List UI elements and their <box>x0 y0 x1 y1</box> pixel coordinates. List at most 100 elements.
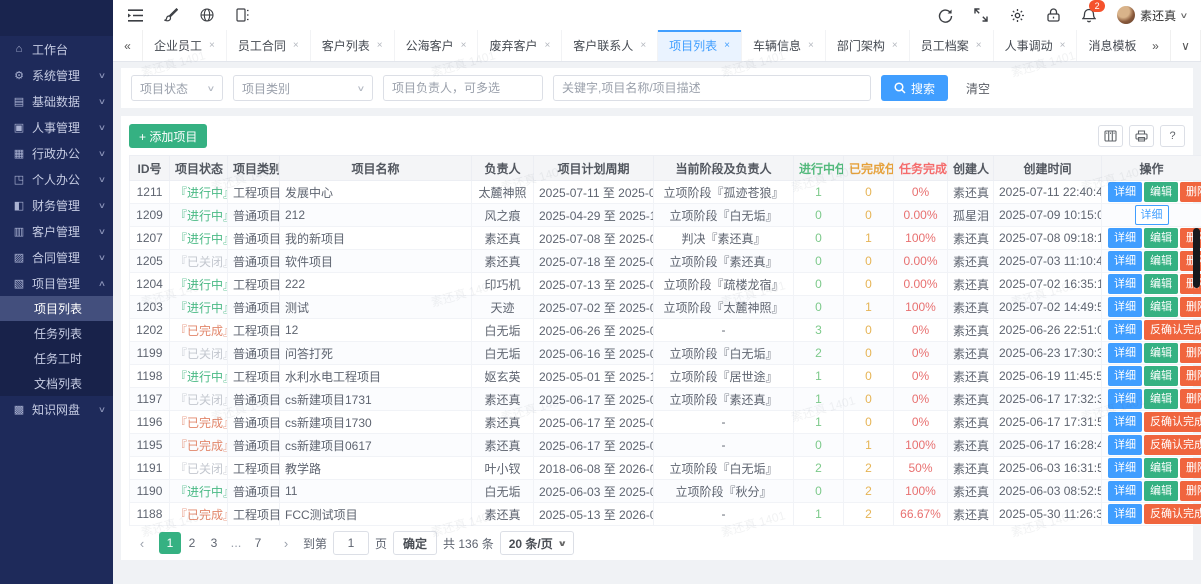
layout-icon[interactable] <box>235 7 251 23</box>
sidebar-item-knowledge-disk[interactable]: ▩知识网盘∨ <box>0 396 113 422</box>
edit-button[interactable]: 编辑 <box>1144 366 1178 386</box>
edit-button[interactable]: 编辑 <box>1144 228 1178 248</box>
unconfirm-button[interactable]: 反确认完成 <box>1144 412 1201 432</box>
jump-page-input[interactable] <box>333 531 369 555</box>
sidebar-item-contract-mgmt[interactable]: ▨合同管理∨ <box>0 244 113 270</box>
help-icon[interactable]: ? <box>1160 125 1185 147</box>
tab-员工档案[interactable]: 员工档案× <box>910 30 994 61</box>
tab-close-icon[interactable]: × <box>640 40 646 51</box>
globe-icon[interactable] <box>199 7 215 23</box>
sidebar-item-admin-office[interactable]: ▦行政办公∨ <box>0 140 113 166</box>
tab-close-icon[interactable]: × <box>808 40 814 51</box>
gear-icon[interactable] <box>1009 7 1025 23</box>
detail-button[interactable]: 详细 <box>1108 481 1142 501</box>
tabs-dropdown[interactable]: ∨ <box>1171 30 1201 61</box>
detail-button[interactable]: 详细 <box>1108 504 1142 524</box>
user-menu[interactable]: 素还真 ∨ <box>1117 6 1187 24</box>
lock-icon[interactable] <box>1045 7 1061 23</box>
sidebar-item-personal-office[interactable]: ◳个人办公∨ <box>0 166 113 192</box>
confirm-page-button[interactable]: 确定 <box>393 531 437 555</box>
detail-button[interactable]: 详细 <box>1108 251 1142 271</box>
delete-button[interactable]: 删除 <box>1180 343 1201 363</box>
page-number-2[interactable]: 2 <box>181 532 203 554</box>
sidebar-item-base-data[interactable]: ▤基础数据∨ <box>0 88 113 114</box>
delete-button[interactable]: 删除 <box>1180 481 1201 501</box>
tab-员工合同[interactable]: 员工合同× <box>227 30 311 61</box>
project-category-select[interactable]: 项目类别∨ <box>233 75 373 101</box>
brush-icon[interactable] <box>163 7 179 23</box>
delete-button[interactable]: 删除 <box>1180 182 1201 202</box>
tab-close-icon[interactable]: × <box>976 40 982 51</box>
tab-close-icon[interactable]: × <box>892 40 898 51</box>
detail-button[interactable]: 详细 <box>1108 412 1142 432</box>
page-size-select[interactable]: 20 条/页 ∨ <box>500 531 575 555</box>
tab-close-icon[interactable]: × <box>1060 40 1066 51</box>
tab-close-icon[interactable]: × <box>544 40 550 51</box>
edit-button[interactable]: 编辑 <box>1144 251 1178 271</box>
delete-button[interactable]: 删除 <box>1180 389 1201 409</box>
tab-企业员工[interactable]: 企业员工× <box>143 30 227 61</box>
unconfirm-button[interactable]: 反确认完成 <box>1144 435 1201 455</box>
sidebar-item-task-list[interactable]: 任务列表 <box>0 321 113 346</box>
delete-button[interactable]: 删除 <box>1180 297 1201 317</box>
sidebar-item-project-mgmt[interactable]: ▧项目管理∧ <box>0 270 113 296</box>
detail-button[interactable]: 详细 <box>1108 458 1142 478</box>
tab-客户列表[interactable]: 客户列表× <box>311 30 395 61</box>
prev-page-button[interactable]: ‹ <box>131 532 153 554</box>
unconfirm-button[interactable]: 反确认完成 <box>1144 320 1201 340</box>
print-icon[interactable] <box>1129 125 1154 147</box>
detail-button[interactable]: 详细 <box>1108 343 1142 363</box>
detail-button[interactable]: 详细 <box>1108 274 1142 294</box>
sidebar-item-task-hours[interactable]: 任务工时 <box>0 346 113 371</box>
detail-button[interactable]: 详细 <box>1108 320 1142 340</box>
sidebar-item-doc-list[interactable]: 文档列表 <box>0 371 113 396</box>
tab-部门架构[interactable]: 部门架构× <box>826 30 910 61</box>
detail-button[interactable]: 详细 <box>1108 228 1142 248</box>
detail-button[interactable]: 详细 <box>1108 182 1142 202</box>
tab-close-icon[interactable]: × <box>293 40 299 51</box>
fullscreen-icon[interactable] <box>973 7 989 23</box>
detail-button[interactable]: 详细 <box>1108 389 1142 409</box>
edit-button[interactable]: 编辑 <box>1144 458 1178 478</box>
edit-button[interactable]: 编辑 <box>1144 182 1178 202</box>
detail-button[interactable]: 详细 <box>1108 297 1142 317</box>
page-number-3[interactable]: 3 <box>203 532 225 554</box>
delete-button[interactable]: 删除 <box>1180 366 1201 386</box>
page-number-7[interactable]: 7 <box>247 532 269 554</box>
tab-客户联系人[interactable]: 客户联系人× <box>562 30 658 61</box>
tab-公海客户[interactable]: 公海客户× <box>395 30 479 61</box>
collapse-menu-icon[interactable] <box>127 7 143 23</box>
tabs-scroll-right[interactable]: » <box>1141 30 1171 61</box>
project-leader-input[interactable] <box>392 81 534 95</box>
scrollbar-thumb[interactable] <box>1193 228 1200 288</box>
tab-close-icon[interactable]: × <box>209 40 215 51</box>
edit-button[interactable]: 编辑 <box>1144 481 1178 501</box>
page-number-1[interactable]: 1 <box>159 532 181 554</box>
add-project-button[interactable]: + 添加项目 <box>129 124 207 148</box>
edit-button[interactable]: 编辑 <box>1144 343 1178 363</box>
delete-button[interactable]: 删除 <box>1180 458 1201 478</box>
detail-button[interactable]: 详细 <box>1108 435 1142 455</box>
tab-废弃客户[interactable]: 废弃客户× <box>478 30 562 61</box>
sidebar-item-hr-mgmt[interactable]: ▣人事管理∨ <box>0 114 113 140</box>
detail-button[interactable]: 详细 <box>1108 366 1142 386</box>
tab-close-icon[interactable]: × <box>377 40 383 51</box>
project-status-select[interactable]: 项目状态∨ <box>131 75 223 101</box>
detail-plain-button[interactable]: 详细 <box>1135 205 1169 225</box>
tab-人事调动[interactable]: 人事调动× <box>994 30 1078 61</box>
keyword-input[interactable] <box>562 81 862 95</box>
sidebar-item-system-mgmt[interactable]: ⚙系统管理∨ <box>0 62 113 88</box>
edit-button[interactable]: 编辑 <box>1144 274 1178 294</box>
sidebar-item-workbench[interactable]: ⌂工作台 <box>0 36 113 62</box>
tab-close-icon[interactable]: × <box>724 40 730 51</box>
refresh-icon[interactable] <box>937 7 953 23</box>
column-settings-icon[interactable] <box>1098 125 1123 147</box>
tab-项目列表[interactable]: 项目列表× <box>658 30 742 61</box>
tabs-scroll-left[interactable]: « <box>113 30 143 61</box>
sidebar-item-project-list[interactable]: 项目列表 <box>0 296 113 321</box>
unconfirm-button[interactable]: 反确认完成 <box>1144 504 1201 524</box>
tab-消息模板[interactable]: 消息模板× <box>1077 30 1141 61</box>
tab-车辆信息[interactable]: 车辆信息× <box>742 30 826 61</box>
search-button[interactable]: 搜索 <box>881 75 948 101</box>
clear-filters-link[interactable]: 清空 <box>966 80 990 97</box>
